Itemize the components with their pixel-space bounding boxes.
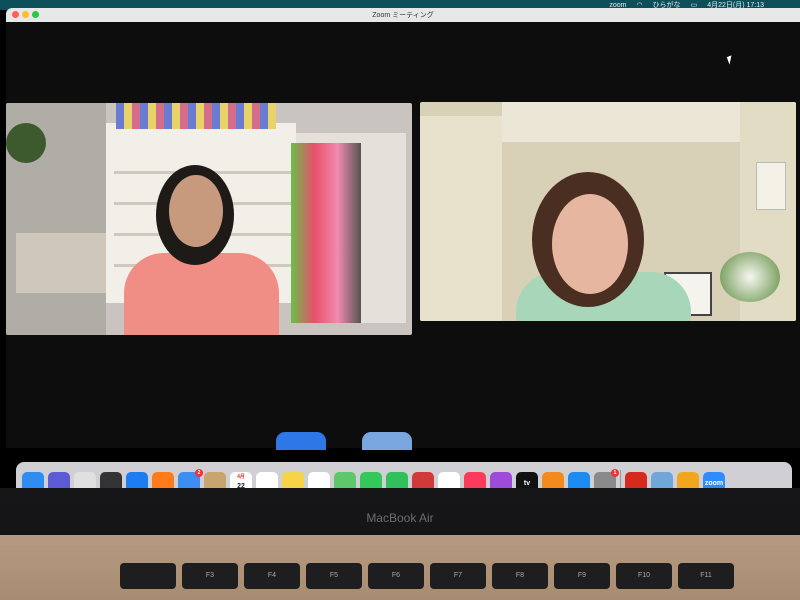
tv-icon[interactable]: tv bbox=[516, 472, 538, 488]
keyboard-key: F10 bbox=[616, 563, 672, 589]
photo-booth-icon[interactable] bbox=[412, 472, 434, 488]
keyboard-key bbox=[120, 563, 176, 589]
window-title: Zoom ミーティング bbox=[372, 12, 434, 19]
dock: 2 4月 22 tv 1 zoom bbox=[16, 462, 792, 488]
freeform-icon[interactable] bbox=[308, 472, 330, 488]
keyboard-key: F9 bbox=[554, 563, 610, 589]
preview-icon[interactable] bbox=[651, 472, 673, 488]
app-label: 22 bbox=[237, 482, 245, 489]
participant-video-1[interactable] bbox=[6, 103, 412, 335]
app-store-icon[interactable] bbox=[568, 472, 590, 488]
laptop-brand-label: MacBook Air bbox=[366, 511, 434, 525]
firefox-icon[interactable] bbox=[152, 472, 174, 488]
acrobat-icon[interactable] bbox=[625, 472, 647, 488]
photos-icon[interactable] bbox=[438, 472, 460, 488]
launchpad-icon[interactable] bbox=[74, 472, 96, 488]
keyboard-key: F3 bbox=[182, 563, 238, 589]
keyboard-key: F7 bbox=[430, 563, 486, 589]
system-settings-icon[interactable]: 1 bbox=[594, 469, 619, 488]
zoom-icon[interactable]: zoom bbox=[703, 472, 725, 488]
participant-video-2[interactable] bbox=[420, 102, 796, 321]
safari-icon[interactable] bbox=[126, 472, 148, 488]
notification-badge: 2 bbox=[195, 469, 203, 477]
calendar-month-label: 4月 bbox=[237, 474, 245, 480]
keyboard: F3 F4 F5 F6 F7 F8 F9 F10 F11 bbox=[0, 535, 800, 600]
app-label: zoom bbox=[704, 479, 724, 487]
notes-icon[interactable] bbox=[282, 472, 304, 488]
mail-icon[interactable]: 2 bbox=[178, 469, 203, 488]
messages-icon[interactable] bbox=[360, 472, 382, 488]
maps-icon[interactable] bbox=[334, 472, 356, 488]
keyboard-key: F11 bbox=[678, 563, 734, 589]
app-label: tv bbox=[523, 479, 531, 487]
meeting-control-button[interactable] bbox=[276, 432, 326, 450]
reminders-icon[interactable] bbox=[256, 472, 278, 488]
window-titlebar: Zoom ミーティング bbox=[6, 8, 800, 22]
notification-badge: 1 bbox=[611, 469, 619, 477]
facetime-icon[interactable] bbox=[386, 472, 408, 488]
music-icon[interactable] bbox=[464, 472, 486, 488]
books-icon[interactable] bbox=[542, 472, 564, 488]
contacts-icon[interactable] bbox=[204, 472, 226, 488]
siri-icon[interactable] bbox=[48, 472, 70, 488]
keyboard-key: F8 bbox=[492, 563, 548, 589]
calendar-icon[interactable]: 4月 22 bbox=[230, 472, 252, 488]
keyboard-key: F4 bbox=[244, 563, 300, 589]
pages-icon[interactable] bbox=[677, 472, 699, 488]
mission-control-icon[interactable] bbox=[100, 472, 122, 488]
podcasts-icon[interactable] bbox=[490, 472, 512, 488]
keyboard-key: F5 bbox=[306, 563, 362, 589]
meeting-control-button[interactable] bbox=[362, 432, 412, 450]
keyboard-key: F6 bbox=[368, 563, 424, 589]
laptop-screen: zoom ◠ ひらがな ▭ 4月22日(月) 17:13 Zoom ミーティング bbox=[0, 0, 800, 488]
dock-separator bbox=[620, 470, 621, 488]
finder-icon[interactable] bbox=[22, 472, 44, 488]
